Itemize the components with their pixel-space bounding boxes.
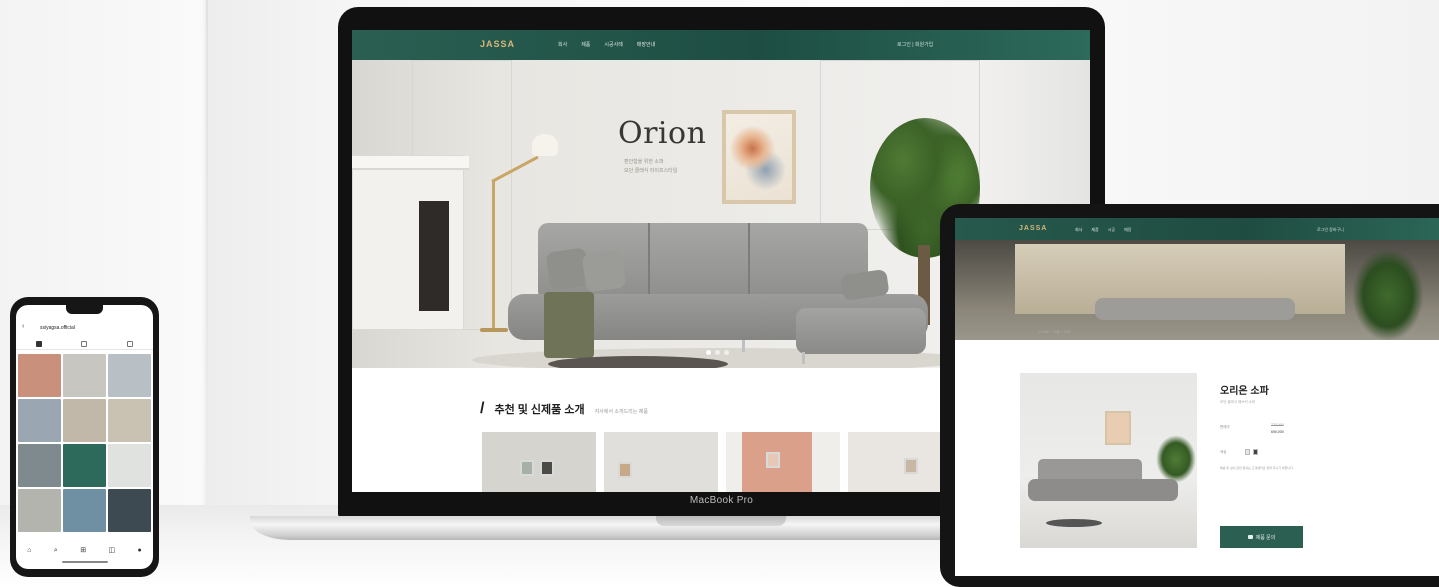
grid-tab-icon[interactable] [35,340,42,347]
grid-post-thumbnail[interactable] [108,399,151,442]
back-arrow-icon[interactable]: ‹ [22,323,24,330]
home-indicator [62,561,108,563]
section-subtitle: 쟈사에서 소개드리는 제품 [594,409,648,415]
product-description: 모던 클래식 패브릭 소파 [1220,400,1256,404]
photo-grid [18,354,151,532]
site-nav-menu: 회사 제품 시공사례 매장안내 [558,41,655,48]
featured-section-heading: / 추천 및 신제품 소개 쟈사에서 소개드리는 제품 [480,400,648,418]
grid-post-thumbnail[interactable] [18,399,61,442]
floor-lamp-shade [532,134,558,156]
color-swatch-light[interactable] [1245,449,1250,455]
slider-dot[interactable] [715,350,720,355]
grid-post-thumbnail[interactable] [63,399,106,442]
color-swatch-dark[interactable] [1253,449,1258,455]
tablet-banner-image [955,240,1439,340]
profile-username: ssiyagsa.official [40,325,75,331]
phone-bottom-nav: ⌂ ⌕ ⊞ ◫ ● [16,543,153,557]
option-label: 색상 [1220,450,1227,454]
fireplace-image [352,155,469,330]
inquiry-button[interactable]: 제품 문의 [1220,526,1303,548]
reels-tab-icon[interactable] [81,340,88,347]
hero-subtitle: 편안함을 위한 소파 모던 클래식 라이프스타일 [624,159,678,174]
sofa-cushion [581,249,627,293]
sofa-throw-blanket [544,292,594,358]
tagged-tab-icon[interactable] [127,340,134,347]
hero-title: Orion [618,116,707,151]
slider-dot[interactable] [706,350,711,355]
laptop-hinge-notch [656,516,786,526]
phone-notch [66,305,103,314]
grid-post-thumbnail[interactable] [18,444,61,487]
fireplace-mantel [352,156,469,170]
product-card[interactable] [604,432,718,492]
profile-icon[interactable]: ● [138,547,142,554]
nav-item-stores[interactable]: 매장안내 [637,41,655,48]
floor-lamp-base [480,328,508,332]
original-price: 770,000 [1271,423,1284,427]
phone-screen: ‹ ssiyagsa.official ⌂ ⌕ ⊞ ◫ ● [16,305,153,569]
wall-edge [206,0,208,505]
section-title: 추천 및 신제품 소개 [494,404,585,416]
breadcrumb[interactable]: HOME > 제품 > 소파 [1039,330,1070,335]
nav-item-company[interactable]: 회사 [558,41,567,48]
fireplace-opening [419,201,449,311]
grid-post-thumbnail[interactable] [18,489,61,532]
sale-price: 690,000 [1271,430,1284,434]
tablet-nav-menu: 회사 제품 시공 매장 [1075,227,1132,233]
tablet-nav-item[interactable]: 제품 [1091,227,1098,233]
tablet-site-logo[interactable]: JASSA [1019,225,1047,232]
grid-post-thumbnail[interactable] [63,444,106,487]
site-logo[interactable]: JASSA [480,39,515,49]
inquiry-button-label: 제품 문의 [1255,534,1276,541]
product-photo[interactable] [1020,373,1197,548]
tablet-nav-item[interactable]: 매장 [1124,227,1131,233]
grid-post-thumbnail[interactable] [18,354,61,397]
grid-post-thumbnail[interactable] [108,354,151,397]
shop-icon[interactable]: ◫ [109,547,116,554]
grid-post-thumbnail[interactable] [108,489,151,532]
product-note: 배송 및 설치 관련 문의는 고객센터로 연락 주시기 바랍니다. [1220,466,1294,470]
grid-post-thumbnail[interactable] [108,444,151,487]
tablet-login-links[interactable]: 로그인 장바구니 [1317,227,1344,233]
nav-item-cases[interactable]: 시공사례 [604,41,622,48]
slider-dot[interactable] [724,350,729,355]
section-slash-mark: / [480,400,485,417]
tablet-site-navbar: JASSA 회사 제품 시공 매장 로그인 장바구니 [955,218,1439,240]
nav-item-products[interactable]: 제품 [581,41,590,48]
tablet-nav-item[interactable]: 시공 [1108,227,1115,233]
hero-slider-dots[interactable] [706,350,729,355]
search-icon[interactable]: ⌕ [54,547,58,554]
coffee-table [1046,519,1102,527]
home-icon[interactable]: ⌂ [27,547,31,554]
product-card[interactable] [482,432,596,492]
profile-tab-bar [16,338,153,350]
tablet-screen: JASSA 회사 제품 시공 매장 로그인 장바구니 HOME > 제품 > 소… [955,218,1439,576]
grid-post-thumbnail[interactable] [63,354,106,397]
tablet-nav-item[interactable]: 회사 [1075,227,1082,233]
floor-lamp [492,180,495,330]
product-title: 오리온 소파 [1220,386,1269,397]
wall-art-image [1105,411,1131,445]
cart-icon [1247,535,1253,539]
plant-image [1156,435,1196,483]
login-links[interactable]: 로그인 | 회원가입 [897,41,933,48]
grid-post-thumbnail[interactable] [63,489,106,532]
product-card[interactable] [726,432,840,492]
sofa-chaise [796,308,926,354]
coffee-table [548,356,728,368]
add-post-icon[interactable]: ⊞ [80,547,86,554]
laptop-site-navbar: JASSA 회사 제품 시공사례 매장안내 로그인 | 회원가입 [352,30,1090,60]
wall-art-image [722,110,796,204]
price-label: 판매가 [1220,425,1230,429]
